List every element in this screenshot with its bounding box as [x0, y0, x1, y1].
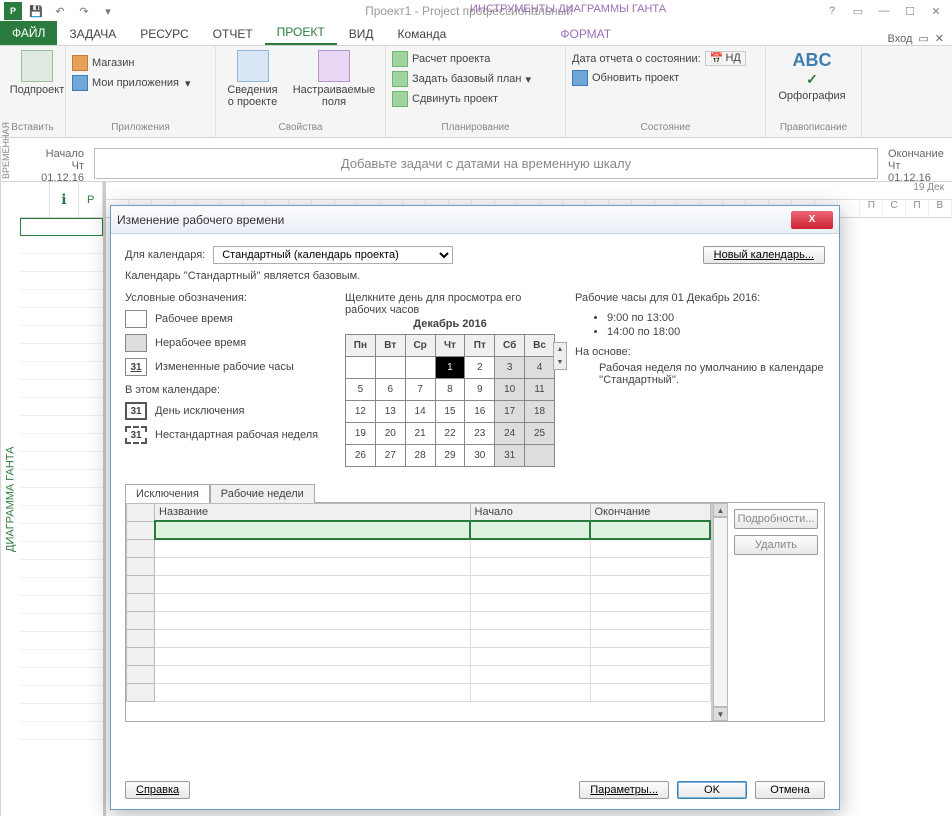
hours-title: Рабочие часы для 01 Декабрь 2016: [575, 292, 825, 304]
group-insert-label: Вставить [6, 122, 59, 135]
exceptions-scrollbar[interactable]: ▲▼ [712, 503, 728, 721]
calendar-select[interactable]: Стандартный (календарь проекта) [213, 246, 453, 264]
window-buttons: ? ▭ — ☐ ✕ [820, 2, 952, 20]
minimize-icon[interactable]: — [872, 2, 896, 20]
dialog-title: Изменение рабочего времени [117, 213, 791, 227]
cal-scroll-down-icon: ▼ [554, 356, 566, 369]
based-on-text: Рабочая неделя по умолчанию в календаре … [575, 358, 825, 386]
undo-icon[interactable]: ↶ [50, 2, 70, 20]
group-apps-label: Приложения [72, 122, 209, 135]
ribbon-tabs: ФАЙЛ ЗАДАЧА РЕСУРС ОТЧЕТ ПРОЕКТ ВИД Кома… [0, 22, 952, 46]
for-calendar-label: Для календаря: [125, 249, 205, 261]
calc-project-button[interactable]: Расчет проекта [392, 50, 531, 68]
gantt-date-header: 19 Дек [106, 182, 952, 200]
details-button[interactable]: Подробности... [734, 509, 818, 529]
based-on-label: На основе: [575, 346, 825, 358]
quick-access-toolbar: P 💾 ↶ ↷ ▾ [0, 2, 118, 20]
timeline: ВРЕМЕННАЯ НачалоЧт 01.12.16 Добавьте зад… [0, 146, 952, 182]
subproject-label: Подпроект [10, 84, 64, 96]
my-apps-button[interactable]: Мои приложения▾ [72, 74, 191, 92]
help-icon[interactable]: ? [820, 2, 844, 20]
group-state-label: Состояние [572, 122, 759, 135]
dialog-titlebar[interactable]: Изменение рабочего времени X [111, 206, 839, 234]
tab-project[interactable]: ПРОЕКТ [265, 21, 337, 45]
project-info-button[interactable]: Сведения о проекте [222, 48, 283, 110]
change-working-time-dialog: Изменение рабочего времени X Для календа… [110, 205, 840, 810]
status-date-field[interactable]: 📅 НД [705, 51, 746, 66]
login-link[interactable]: Вход [887, 33, 912, 45]
group-props-label: Свойства [222, 122, 379, 135]
custom-fields-button[interactable]: Настраиваемые поля [289, 48, 379, 110]
calendar-grid[interactable]: ПнВтСрЧтПтСбВс 1234 567891011 1213141516… [345, 334, 555, 467]
tab-format[interactable]: ФОРМАТ [548, 23, 623, 45]
calendar-scroll[interactable]: ▲▼ [553, 342, 567, 370]
delete-button[interactable]: Удалить [734, 535, 818, 555]
store-button[interactable]: Магазин [72, 54, 191, 72]
tab-workweeks[interactable]: Рабочие недели [210, 484, 315, 503]
tab-task[interactable]: ЗАДАЧА [57, 23, 128, 45]
set-baseline-button[interactable]: Задать базовый план▾ [392, 70, 531, 88]
status-date-row: Дата отчета о состоянии:📅 НД [572, 50, 746, 67]
scroll-up-icon: ▲ [713, 503, 728, 517]
qat-menu-icon[interactable]: ▾ [98, 2, 118, 20]
in-calendar-label: В этом календаре: [125, 384, 345, 396]
contextual-tab-title: ИНСТРУМЕНТЫ ДИАГРАММЫ ГАНТА [470, 3, 666, 15]
legend: Условные обозначения: Рабочее время Нера… [125, 292, 345, 450]
timeline-side-label: ВРЕМЕННАЯ [0, 146, 20, 181]
title-bar: P 💾 ↶ ↷ ▾ Проект1 - Project профессионал… [0, 0, 952, 22]
tab-file[interactable]: ФАЙЛ [0, 21, 57, 45]
base-calendar-text: Календарь ''Стандартный'' является базов… [125, 270, 825, 282]
working-hours-panel: Рабочие часы для 01 Декабрь 2016: 9:00 п… [575, 292, 825, 386]
tab-report[interactable]: ОТЧЕТ [201, 23, 265, 45]
dialog-close-button[interactable]: X [791, 211, 833, 229]
window-title: Проект1 - Project профессиональный [118, 4, 820, 18]
calendar-hint: Щелкните день для просмотра его рабочих … [345, 292, 555, 316]
task-grid[interactable]: ℹР [20, 182, 106, 816]
window-restore-icon[interactable]: ▭ [918, 32, 928, 45]
maximize-icon[interactable]: ☐ [898, 2, 922, 20]
close-icon[interactable]: ✕ [924, 2, 948, 20]
dialog-footer: Справка Параметры... OK Отмена [125, 781, 825, 799]
save-icon[interactable]: 💾 [26, 2, 46, 20]
tab-exceptions[interactable]: Исключения [125, 484, 210, 503]
scroll-down-icon: ▼ [713, 707, 728, 721]
legend-title: Условные обозначения: [125, 292, 345, 304]
help-button[interactable]: Справка [125, 781, 190, 799]
spellcheck-button[interactable]: ABC✓Орфография [772, 48, 852, 104]
tab-resource[interactable]: РЕСУРС [128, 23, 200, 45]
timeline-bar[interactable]: Добавьте задачи с датами на временную шк… [94, 148, 878, 179]
app-icon: P [4, 2, 22, 20]
calendar-month: Декабрь 2016 [345, 318, 555, 330]
redo-icon[interactable]: ↷ [74, 2, 94, 20]
exceptions-table[interactable]: НазваниеНачалоОкончание [126, 503, 712, 721]
calendar-area: Щелкните день для просмотра его рабочих … [345, 292, 555, 467]
move-project-button[interactable]: Сдвинуть проект [392, 90, 531, 108]
tab-view[interactable]: ВИД [337, 23, 386, 45]
parameters-button[interactable]: Параметры... [579, 781, 669, 799]
ribbon-toggle-icon[interactable]: ▭ [846, 2, 870, 20]
timeline-start: НачалоЧт 01.12.16 [20, 146, 90, 181]
tab-team[interactable]: Команда [385, 23, 458, 45]
cal-scroll-up-icon: ▲ [554, 343, 566, 356]
subproject-button[interactable]: Подпроект [6, 48, 68, 98]
cancel-button[interactable]: Отмена [755, 781, 825, 799]
update-project-button[interactable]: Обновить проект [572, 69, 746, 87]
exceptions-section: Исключения Рабочие недели НазваниеНачало… [125, 467, 825, 722]
new-calendar-button[interactable]: Новый календарь... [703, 246, 825, 264]
timeline-end: ОкончаниеЧт 01.12.16 [882, 146, 952, 181]
window-close-icon[interactable]: ✕ [935, 32, 944, 45]
group-plan-label: Планирование [392, 122, 559, 135]
ok-button[interactable]: OK [677, 781, 747, 799]
ribbon: Подпроект Вставить Магазин Мои приложени… [0, 46, 952, 138]
gantt-side-label: ДИАГРАММА ГАНТА [0, 182, 20, 816]
group-spell-label: Правописание [772, 122, 855, 135]
